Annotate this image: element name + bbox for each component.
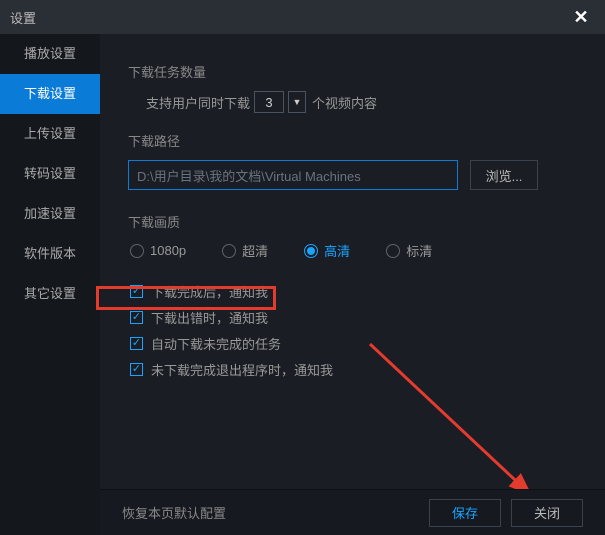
radio-label: 标清 [406,241,432,260]
sidebar: 播放设置 下载设置 上传设置 转码设置 加速设置 软件版本 其它设置 [0,34,100,535]
main-area: 播放设置 下载设置 上传设置 转码设置 加速设置 软件版本 其它设置 下载任务数… [0,34,605,535]
checkbox-label: 自动下载未完成的任务 [151,334,281,353]
checkbox-group: ✓ 下载完成后，通知我 ✓ 下载出错时，通知我 ✓ 自动下载未完成的任务 ✓ 未… [130,278,577,382]
browse-button[interactable]: 浏览... [470,160,538,190]
restore-defaults-link[interactable]: 恢复本页默认配置 [122,503,419,522]
checkbox-auto-resume[interactable]: ✓ 自动下载未完成的任务 [130,330,577,356]
quality-radios: 1080p 超清 高清 标清 [130,241,577,260]
checkbox-notify-exit[interactable]: ✓ 未下载完成退出程序时，通知我 [130,356,577,382]
radio-clear[interactable]: 高清 [304,241,350,260]
radio-label: 1080p [150,243,186,258]
tasks-label: 下载任务数量 [128,62,577,81]
concurrent-row: 支持用户同时下载 3 ▼ 个视频内容 [146,91,577,113]
path-label: 下载路径 [128,131,577,150]
close-button[interactable]: 关闭 [511,499,583,527]
content-pane: 下载任务数量 支持用户同时下载 3 ▼ 个视频内容 下载路径 浏览... 下载画… [100,34,605,535]
concurrent-prefix: 支持用户同时下载 [146,93,250,112]
concurrent-select[interactable]: 3 [254,91,284,113]
quality-label: 下载画质 [128,212,577,231]
checkbox-notify-error[interactable]: ✓ 下载出错时，通知我 [130,304,577,330]
radio-label: 高清 [324,241,350,260]
close-icon[interactable]: ✕ [567,3,595,31]
radio-icon [222,244,236,258]
checkbox-label: 未下载完成退出程序时，通知我 [151,360,333,379]
window-title: 设置 [10,8,567,27]
radio-icon [304,244,318,258]
radio-sd[interactable]: 标清 [386,241,432,260]
chevron-down-icon[interactable]: ▼ [288,91,306,113]
path-input[interactable] [128,160,458,190]
save-button[interactable]: 保存 [429,499,501,527]
concurrent-suffix: 个视频内容 [312,93,377,112]
sidebar-item-other[interactable]: 其它设置 [0,274,100,314]
check-icon: ✓ [130,311,143,324]
sidebar-item-version[interactable]: 软件版本 [0,234,100,274]
radio-icon [386,244,400,258]
check-icon: ✓ [130,363,143,376]
titlebar: 设置 ✕ [0,0,605,34]
sidebar-item-play[interactable]: 播放设置 [0,34,100,74]
path-row: 浏览... [128,160,577,190]
check-icon: ✓ [130,285,143,298]
sidebar-item-upload[interactable]: 上传设置 [0,114,100,154]
checkbox-notify-complete[interactable]: ✓ 下载完成后，通知我 [130,278,577,304]
checkbox-label: 下载完成后，通知我 [151,282,268,301]
sidebar-item-download[interactable]: 下载设置 [0,74,100,114]
check-icon: ✓ [130,337,143,350]
sidebar-item-accelerate[interactable]: 加速设置 [0,194,100,234]
footer: 恢复本页默认配置 保存 关闭 [100,489,605,535]
radio-1080p[interactable]: 1080p [130,241,186,260]
checkbox-label: 下载出错时，通知我 [151,308,268,327]
radio-hd[interactable]: 超清 [222,241,268,260]
radio-label: 超清 [242,241,268,260]
radio-icon [130,244,144,258]
sidebar-item-transcode[interactable]: 转码设置 [0,154,100,194]
